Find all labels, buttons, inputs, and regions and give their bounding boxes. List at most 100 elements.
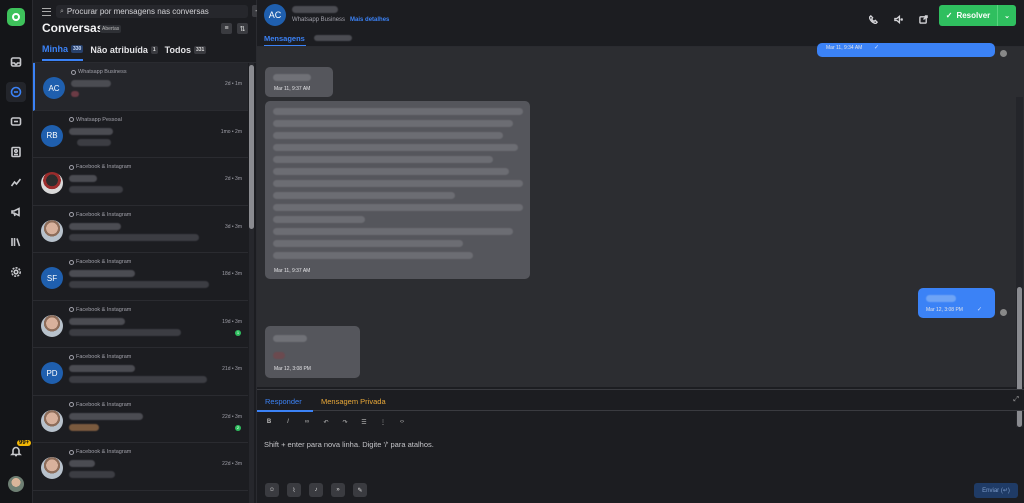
contact-avatar — [41, 409, 63, 432]
mute-icon[interactable] — [894, 11, 904, 25]
conversation-time: 19d • 3m — [222, 318, 242, 325]
redacted-preview — [69, 186, 123, 193]
bullet-list-icon[interactable]: ☰ — [360, 419, 368, 426]
conversation-list-panel: ⌕ Procurar por mensagens nas conversas ⇥… — [33, 0, 264, 503]
active-tab-indicator — [257, 410, 313, 412]
message-bubble-incoming[interactable]: Mar 11, 9:37 AM — [265, 101, 530, 279]
link-icon[interactable]: ∞ — [303, 419, 311, 426]
phone-icon[interactable] — [868, 11, 879, 25]
inbox-icon[interactable] — [6, 52, 26, 72]
redacted-text — [273, 132, 503, 139]
agent-avatar — [1000, 309, 1007, 316]
redacted-preview — [69, 233, 199, 241]
message-time: Mar 11, 9:37 AM — [274, 86, 311, 92]
redo-icon[interactable]: ↷ — [341, 419, 349, 426]
conversation-item[interactable]: SF Facebook & Instagram 18d • 3m — [33, 253, 248, 301]
chevron-down-icon[interactable]: ⌄ — [998, 12, 1016, 20]
whatsapp-icon — [69, 117, 74, 122]
emoji-icon[interactable]: ☺ — [265, 483, 279, 497]
gear-icon[interactable] — [6, 262, 26, 282]
conversation-item[interactable]: Facebook & Instagram 22d • 3m 2 — [33, 396, 248, 443]
menu-icon[interactable] — [42, 8, 51, 16]
conversation-item[interactable]: Facebook & Instagram 2d • 3m — [33, 158, 248, 206]
message-square-icon[interactable] — [6, 112, 26, 132]
send-button[interactable]: Enviar (↵) — [974, 483, 1018, 498]
redacted-name — [69, 127, 113, 135]
tab-responder[interactable]: Responder — [265, 397, 302, 406]
redacted-preview — [69, 281, 209, 288]
redacted-preview — [69, 423, 99, 431]
conversation-item[interactable]: PD Facebook & Instagram 21d • 3m — [33, 348, 248, 396]
expand-icon[interactable]: ⤢ — [1013, 396, 1019, 404]
redacted-text — [273, 335, 307, 342]
share-icon[interactable] — [919, 11, 929, 24]
conversation-scrollbar[interactable] — [249, 63, 254, 503]
redacted-emoji — [273, 352, 285, 359]
numbered-list-icon[interactable]: ⋮ — [379, 419, 387, 426]
source-label: Whatsapp Pessoal — [69, 117, 122, 123]
chat-icon[interactable] — [6, 82, 26, 102]
resolve-main[interactable]: ✓ Resolver — [939, 5, 998, 26]
reports-icon[interactable] — [6, 172, 26, 192]
contact-avatar[interactable]: AC — [264, 4, 286, 26]
contact-meta: Whatsapp Business Mais detalhes — [292, 17, 389, 23]
library-icon[interactable] — [6, 232, 26, 252]
tab-minha[interactable]: Minha 330 — [42, 44, 84, 61]
message-bubble-outgoing[interactable]: Mar 11, 9:34 AM ✓ — [817, 43, 995, 57]
agent-avatar — [1000, 50, 1007, 57]
message-scrollbar[interactable] — [1016, 97, 1023, 427]
notification-count-badge: 99+ — [17, 440, 32, 446]
conversation-item[interactable]: Facebook & Instagram 22d • 3m — [33, 443, 248, 491]
source-label: Facebook & Instagram — [69, 449, 131, 455]
quote-icon[interactable]: » — [331, 483, 345, 497]
redacted-preview — [77, 138, 111, 146]
undo-icon[interactable]: ↶ — [322, 419, 330, 426]
redacted-name — [69, 175, 97, 182]
source-label: Facebook & Instagram — [69, 212, 131, 218]
facebook-icon — [69, 164, 74, 170]
tab-todos[interactable]: Todos 331 — [165, 44, 207, 61]
conversation-item[interactable]: Facebook & Instagram 19d • 3m 1 — [33, 301, 248, 348]
resolve-button[interactable]: ✓ Resolver ⌄ — [939, 5, 1016, 26]
conversation-time: 21d • 3m — [222, 366, 242, 372]
conversation-time: 3d • 3m — [224, 223, 242, 230]
tab-nao-atribuida[interactable]: Não atribuída 1 — [90, 44, 158, 61]
redacted-tab[interactable] — [314, 35, 352, 41]
redacted-text — [273, 168, 509, 175]
filter-button[interactable]: ≡ — [221, 23, 232, 34]
conversation-item[interactable]: Facebook & Instagram 3d • 3m — [33, 206, 248, 253]
facebook-icon — [69, 307, 74, 312]
conversation-item[interactable]: AC Whatsapp Business 2d • 1m — [33, 63, 248, 111]
italic-icon[interactable]: I — [284, 419, 292, 426]
megaphone-icon[interactable] — [6, 202, 26, 222]
contacts-icon[interactable] — [6, 142, 26, 162]
contact-avatar: PD — [41, 362, 63, 384]
contact-avatar — [41, 457, 63, 479]
microphone-icon[interactable]: ♪ — [309, 483, 323, 497]
facebook-icon — [69, 402, 74, 407]
status-filter-badge[interactable]: Abertas — [100, 25, 122, 33]
more-details-link[interactable]: Mais detalhes — [350, 17, 389, 23]
attachment-icon[interactable]: ⌇ — [287, 483, 301, 497]
tab-mensagens[interactable]: Mensagens — [264, 34, 305, 43]
conversation-item[interactable]: RB Whatsapp Pessoal 1mo • 2m — [33, 111, 248, 158]
message-thread: Mar 11, 9:34 AM ✓ Mar 11, 9:37 AM Mar 11… — [257, 43, 1024, 427]
message-bubble-incoming[interactable]: Mar 12, 3:08 PM — [265, 326, 360, 378]
user-avatar[interactable] — [8, 476, 24, 492]
tab-mensagem-privada[interactable]: Mensagem Privada — [321, 397, 386, 406]
bold-icon[interactable]: B — [265, 419, 273, 426]
message-bubble-incoming[interactable]: Mar 11, 9:37 AM — [265, 67, 333, 97]
redacted-text — [273, 108, 523, 115]
search-input[interactable]: ⌕ Procurar por mensagens nas conversas — [56, 5, 248, 18]
code-icon[interactable]: ‹› — [398, 419, 406, 426]
message-input[interactable]: Shift + enter para nova linha. Digite '/… — [264, 440, 434, 449]
message-bubble-outgoing[interactable]: Mar 12, 3:08 PM ✓ — [918, 288, 995, 318]
composer-tabs: Responder Mensagem Privada ⤢ — [257, 389, 1024, 412]
contact-avatar: AC — [43, 77, 65, 99]
conversation-tabs: Minha 330 Não atribuída 1 Todos 331 — [42, 44, 207, 61]
redacted-name — [69, 317, 125, 325]
logo-icon[interactable] — [7, 8, 25, 26]
sort-button[interactable]: ⇅ — [237, 23, 248, 34]
signature-icon[interactable]: ✎ — [353, 483, 367, 497]
page-title: Conversas — [42, 21, 104, 35]
